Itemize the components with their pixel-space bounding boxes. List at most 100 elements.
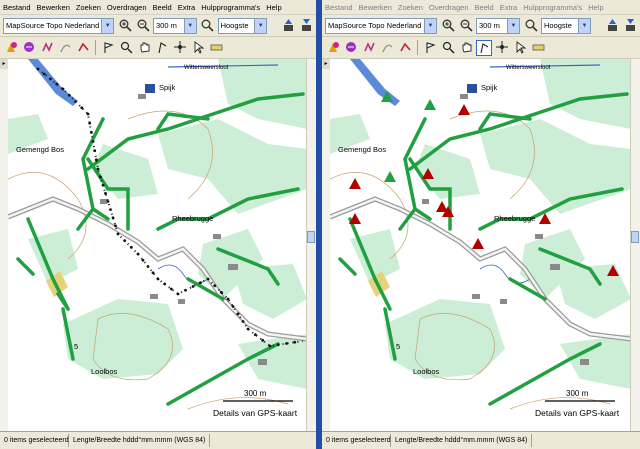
track-point [55, 82, 59, 86]
pan-hand-icon[interactable] [136, 40, 152, 56]
menu-overdragen[interactable]: Overdragen [429, 3, 469, 12]
menu-bewerken[interactable]: Bewerken [359, 3, 392, 12]
menu-overdragen[interactable]: Overdragen [107, 3, 147, 12]
zoom-in-icon[interactable] [117, 18, 133, 34]
map-label-rheebrugge: Rheebrugge [172, 214, 213, 223]
route-edit-icon[interactable] [75, 40, 91, 56]
track-point [96, 167, 100, 171]
detail-select[interactable]: Hoogste ▼ [541, 17, 591, 34]
track-edit-icon[interactable] [57, 40, 73, 56]
menu-zoeken[interactable]: Zoeken [398, 3, 423, 12]
track-point [123, 239, 127, 243]
chevron-down-icon: ▼ [101, 18, 114, 33]
coordinate-format-status: Lengte/Breedte hddd°mm.mmm (WGS 84) [69, 434, 211, 447]
track-point [268, 344, 272, 348]
map-canvas[interactable]: Spijk Wittersweersloot Gemengd Bos Rheeb… [329, 59, 632, 431]
measure-icon[interactable] [494, 40, 510, 56]
menu-bestand[interactable]: Bestand [3, 3, 31, 12]
track-edit-icon[interactable] [379, 40, 395, 56]
scroll-thumb[interactable] [307, 231, 315, 243]
receive-from-device-icon[interactable] [298, 18, 314, 34]
menu-beeld[interactable]: Beeld [153, 3, 172, 12]
map-view[interactable]: ▸ Spijk Wittersweersloot Gemengd Bos Rhe… [0, 59, 316, 431]
menu-zoeken[interactable]: Zoeken [76, 3, 101, 12]
map-view[interactable]: ▸ Spijk Wittersweersloot Gemengd Bos Rhe… [322, 59, 640, 431]
zoom-in-icon[interactable] [440, 18, 456, 34]
route-edit-icon[interactable] [397, 40, 413, 56]
menu-beeld[interactable]: Beeld [475, 3, 494, 12]
zoom-scale-select[interactable]: 300 m ▼ [476, 17, 520, 34]
track-point [114, 224, 117, 228]
menu-bestand[interactable]: Bestand [325, 3, 353, 12]
track-point [293, 340, 297, 344]
scroll-up-icon[interactable]: ▸ [322, 59, 330, 69]
topo-map[interactable]: Spijk Wittersweersloot Gemengd Bos Rheeb… [7, 59, 308, 431]
topo-map[interactable]: Spijk Wittersweersloot Gemengd Bos Rheeb… [329, 59, 632, 431]
detail-value: Hoogste [544, 21, 572, 30]
map-label-water: Wittersweersloot [506, 65, 551, 71]
map-label-water: Wittersweersloot [184, 65, 229, 71]
route-icon[interactable] [21, 40, 37, 56]
product-select[interactable]: MapSource Topo Nederland ▼ [325, 17, 437, 34]
menu-help[interactable]: Help [588, 3, 603, 12]
map-label-gemengd-bos: Gemengd Bos [338, 145, 386, 154]
track-point [199, 281, 202, 285]
map-contour-label: 5 [74, 342, 78, 351]
detail-select[interactable]: Hoogste ▼ [217, 17, 268, 34]
track-point [67, 93, 71, 97]
track-point [74, 100, 77, 103]
zoom-out-icon[interactable] [458, 18, 474, 34]
chevron-down-icon: ▼ [424, 18, 436, 33]
zoom-out-icon[interactable] [135, 18, 151, 34]
menu-help[interactable]: Help [266, 3, 281, 12]
product-select-value: MapSource Topo Nederland [6, 21, 100, 30]
zoom-in-icon[interactable] [523, 18, 539, 34]
tools-toolbar [322, 37, 640, 59]
scroll-up-icon[interactable]: ▸ [0, 59, 8, 69]
map-label-rheebrugge: Rheebrugge [494, 214, 535, 223]
track-point [176, 292, 180, 296]
status-bar: 0 items geselecteerd Lengte/Breedte hddd… [0, 431, 316, 449]
menu-extra[interactable]: Extra [500, 3, 518, 12]
send-to-device-icon[interactable] [280, 18, 296, 34]
route-draw-icon[interactable] [476, 39, 492, 56]
flag-icon[interactable] [422, 40, 438, 56]
waypoint-icon[interactable] [325, 40, 341, 56]
route-icon[interactable] [343, 40, 359, 56]
menu-extra[interactable]: Extra [178, 3, 196, 12]
vertical-scrollbar[interactable] [630, 59, 640, 431]
product-select[interactable]: MapSource Topo Nederland ▼ [3, 17, 115, 34]
pan-hand-icon[interactable] [458, 40, 474, 56]
chevron-down-icon: ▼ [183, 18, 196, 33]
select-arrow-icon[interactable] [512, 40, 528, 56]
ruler-icon[interactable] [530, 40, 546, 56]
menu-hulpprogrammas[interactable]: Hulpprogramma's [201, 3, 260, 12]
track-point [276, 343, 280, 347]
main-toolbar: MapSource Topo Nederland ▼ 300 m ▼ Hoogs… [0, 15, 316, 37]
menu-bar: Bestand Bewerken Zoeken Overdragen Beeld… [322, 0, 640, 15]
vertical-scrollbar[interactable] [306, 59, 316, 431]
map-canvas[interactable]: Spijk Wittersweersloot Gemengd Bos Rheeb… [7, 59, 308, 431]
menu-hulpprogrammas[interactable]: Hulpprogramma's [523, 3, 582, 12]
zoom-tool-icon[interactable] [440, 40, 456, 56]
flag-icon[interactable] [100, 40, 116, 56]
zoom-tool-icon[interactable] [118, 40, 134, 56]
ruler-icon[interactable] [208, 40, 224, 56]
route-draw-icon[interactable] [154, 40, 170, 56]
send-to-device-icon[interactable] [604, 18, 620, 34]
measure-icon[interactable] [172, 40, 188, 56]
zoom-scale-select[interactable]: 300 m ▼ [153, 17, 197, 34]
receive-from-device-icon[interactable] [622, 18, 638, 34]
track-point [163, 282, 167, 286]
menu-bewerken[interactable]: Bewerken [37, 3, 70, 12]
poi-symbol-icon [467, 84, 477, 93]
zoom-in-icon[interactable] [200, 18, 216, 34]
track-icon[interactable] [361, 40, 377, 56]
scroll-thumb[interactable] [631, 231, 639, 243]
left-mapsource-window: Bestand Bewerken Zoeken Overdragen Beeld… [0, 0, 316, 449]
select-arrow-icon[interactable] [190, 40, 206, 56]
track-icon[interactable] [39, 40, 55, 56]
track-point [169, 287, 173, 291]
waypoint-icon[interactable] [3, 40, 19, 56]
track-point [80, 106, 84, 110]
